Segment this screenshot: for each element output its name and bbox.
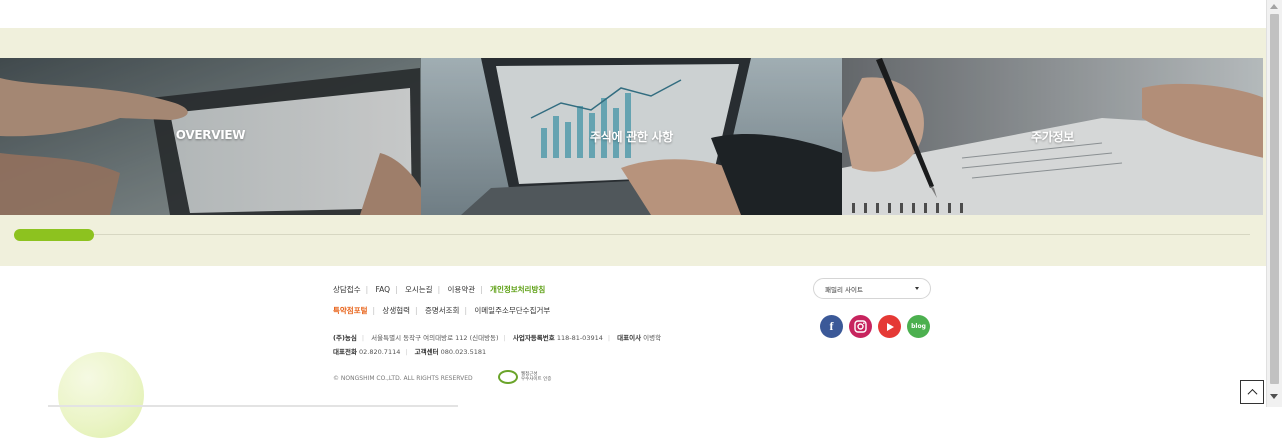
accessibility-certification: 웹접근성 우수사이트 인증 (498, 368, 560, 386)
scroll-up-arrow-icon[interactable] (1270, 4, 1278, 9)
top-area (0, 0, 1266, 28)
link-terms[interactable]: 이용약관 (448, 285, 476, 294)
company-address: 서울특별시 동작구 여의대방로 112 (신대방동) (371, 334, 499, 342)
ceo-label: 대표이사 (617, 334, 642, 342)
ir-cards: OVERVIEW 주식에 관한 사항 주가정보 (0, 58, 1264, 215)
card-stock-matters[interactable]: 주식에 관한 사항 (421, 58, 842, 215)
phone-value: 02.820.7114 (359, 348, 401, 356)
link-privacy-policy[interactable]: 개인정보처리방침 (490, 285, 545, 294)
family-site-label: 패밀리 사이트 (825, 285, 863, 294)
card-overview[interactable]: OVERVIEW (0, 58, 421, 215)
decorative-circle (58, 352, 144, 438)
link-consultation[interactable]: 상담접수 (333, 285, 361, 294)
link-dealer-portal[interactable]: 특약점포털 (333, 306, 368, 315)
link-directions[interactable]: 오시는길 (405, 285, 433, 294)
cs-value: 080.023.5181 (440, 348, 487, 356)
card-label: 주식에 관한 사항 (590, 130, 673, 144)
link-win-win[interactable]: 상생협력 (382, 306, 410, 315)
card-label: OVERVIEW (175, 128, 246, 142)
footer-links-row1: 상담접수 | FAQ | 오시는길 | 이용약관 | 개인정보처리방침 (333, 285, 546, 294)
scrollbar-thumb[interactable] (1270, 14, 1279, 384)
copyright: © NONGSHIM CO.,LTD. ALL RIGHTS RESERVED (333, 375, 473, 382)
facebook-glyph: f (829, 319, 834, 333)
ceo-value: 이병학 (643, 334, 662, 342)
scroll-to-top-button[interactable] (1240, 380, 1264, 404)
certification-text: 웹접근성 우수사이트 인증 (521, 372, 551, 382)
instagram-icon[interactable] (849, 315, 872, 338)
phone-label: 대표전화 (333, 348, 357, 356)
link-faq[interactable]: FAQ (376, 285, 391, 294)
link-certificate[interactable]: 증명서조회 (425, 306, 460, 315)
certification-mark-icon (498, 370, 518, 384)
cert-line-2: 우수사이트 인증 (521, 377, 552, 382)
company-name: (주)농심 (333, 334, 357, 342)
footer-links-row2: 특약점포털 | 상생협력 | 증명서조회 | 이메일주소무단수집거부 (333, 306, 551, 315)
contact-info: 대표전화 02.820.7114 | 고객센터 080.023.5181 (333, 348, 487, 356)
blog-glyph: blog (911, 323, 926, 330)
instagram-glyph (854, 320, 867, 333)
bizno-value: 118-81-03914 (556, 334, 603, 342)
cs-label: 고객센터 (414, 348, 439, 356)
card-stock-price[interactable]: 주가정보 (842, 58, 1263, 215)
facebook-icon[interactable]: f (820, 315, 843, 338)
card-label: 주가정보 (1031, 130, 1074, 144)
bizno-label: 사업자등록번호 (512, 334, 555, 342)
chevron-up-icon (1247, 388, 1257, 399)
slider-track[interactable] (14, 234, 1250, 235)
scroll-down-arrow-icon[interactable] (1270, 394, 1278, 399)
youtube-play-glyph (886, 322, 894, 331)
vertical-scrollbar[interactable] (1266, 0, 1282, 407)
company-info: (주)농심 | 서울특별시 동작구 여의대방로 112 (신대방동) | 사업자등록… (333, 334, 662, 342)
slider-thumb[interactable] (14, 229, 94, 241)
link-email-refusal[interactable]: 이메일주소무단수집거부 (474, 306, 550, 315)
blog-icon[interactable]: blog (907, 315, 930, 338)
caret-down-icon (915, 287, 919, 290)
youtube-icon[interactable] (878, 315, 901, 338)
family-site-select[interactable]: 패밀리 사이트 (813, 278, 931, 299)
